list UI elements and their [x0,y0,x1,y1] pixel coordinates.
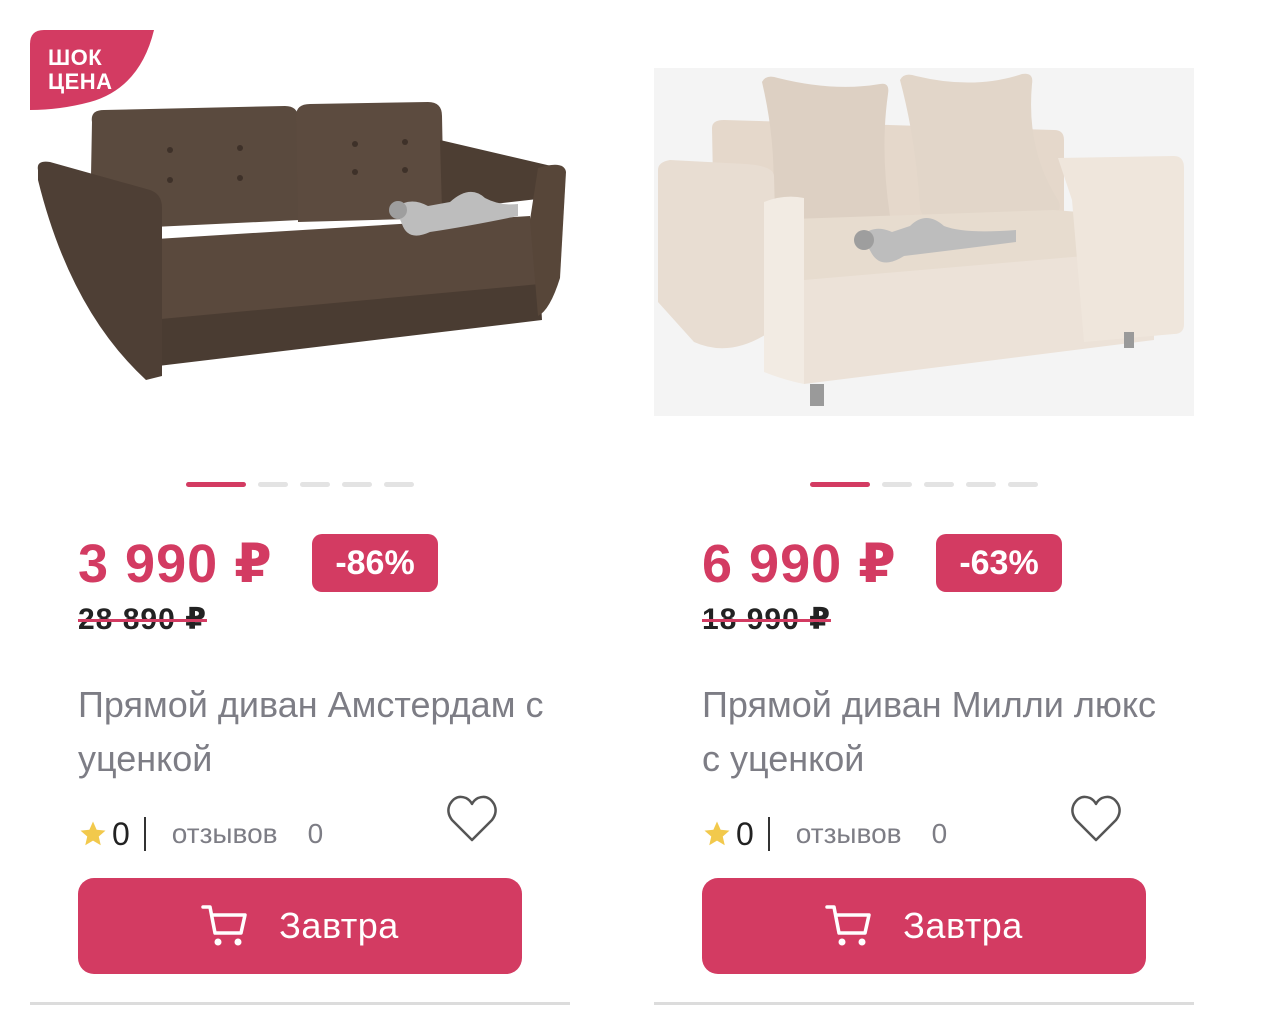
add-to-cart-button[interactable]: Завтра [702,878,1146,974]
carousel-dot[interactable] [300,482,330,487]
carousel-dot[interactable] [1008,482,1038,487]
rating-row[interactable]: 0 отзывов 0 [78,810,323,858]
current-price: 6 990 ₽ [702,534,897,594]
old-price: 28 890 ₽ [78,603,207,636]
reviews-label: отзывов [795,818,902,849]
rating-value: 0 [112,815,130,852]
favorite-heart-icon[interactable] [444,792,500,846]
carousel-dot[interactable] [966,482,996,487]
product-title[interactable]: Прямой диван Амстердам с уценкой [78,678,548,786]
discount-badge: -63% [936,534,1062,592]
carousel-dot[interactable] [258,482,288,487]
old-price: 18 990 ₽ [702,603,831,636]
shock-badge-line-1: ШОК [48,45,103,70]
sofa-image-beige [654,68,1194,416]
star-icon [704,821,730,846]
shopping-cart-icon [825,905,871,946]
rating-separator [767,817,770,851]
discount-badge: -86% [312,534,438,592]
carousel-dot[interactable] [882,482,912,487]
shopping-cart-icon [201,905,247,946]
reviews-label: отзывов [171,818,278,849]
add-to-cart-button[interactable]: Завтра [78,878,522,974]
delivery-label: Завтра [903,905,1023,946]
product-title[interactable]: Прямой диван Милли люкс с уценкой [702,678,1172,786]
favorite-heart-icon[interactable] [1068,792,1124,846]
rating-value: 0 [736,815,754,852]
reviews-count: 0 [307,818,324,849]
carousel-dot-active[interactable] [186,482,246,487]
carousel-dot-active[interactable] [810,482,870,487]
product-image[interactable] [654,20,1194,420]
rating-row[interactable]: 0 отзывов 0 [702,810,947,858]
carousel-dot[interactable] [924,482,954,487]
star-icon [80,821,106,846]
carousel-dot[interactable] [342,482,372,487]
shock-price-badge: ШОК ЦЕНА [30,28,154,110]
card-divider [654,1002,1194,1005]
card-divider [30,1002,570,1005]
current-price: 3 990 ₽ [78,534,273,594]
product-card[interactable]: ШОК ЦЕНА 3 990 ₽ -86% 28 890 ₽ Прямой ди… [30,0,575,1017]
reviews-count: 0 [931,818,948,849]
delivery-label: Завтра [279,905,399,946]
rating-separator [143,817,146,851]
shock-badge-line-2: ЦЕНА [48,69,113,94]
product-card[interactable]: 6 990 ₽ -63% 18 990 ₽ Прямой диван Милли… [654,0,1199,1017]
carousel-dot[interactable] [384,482,414,487]
